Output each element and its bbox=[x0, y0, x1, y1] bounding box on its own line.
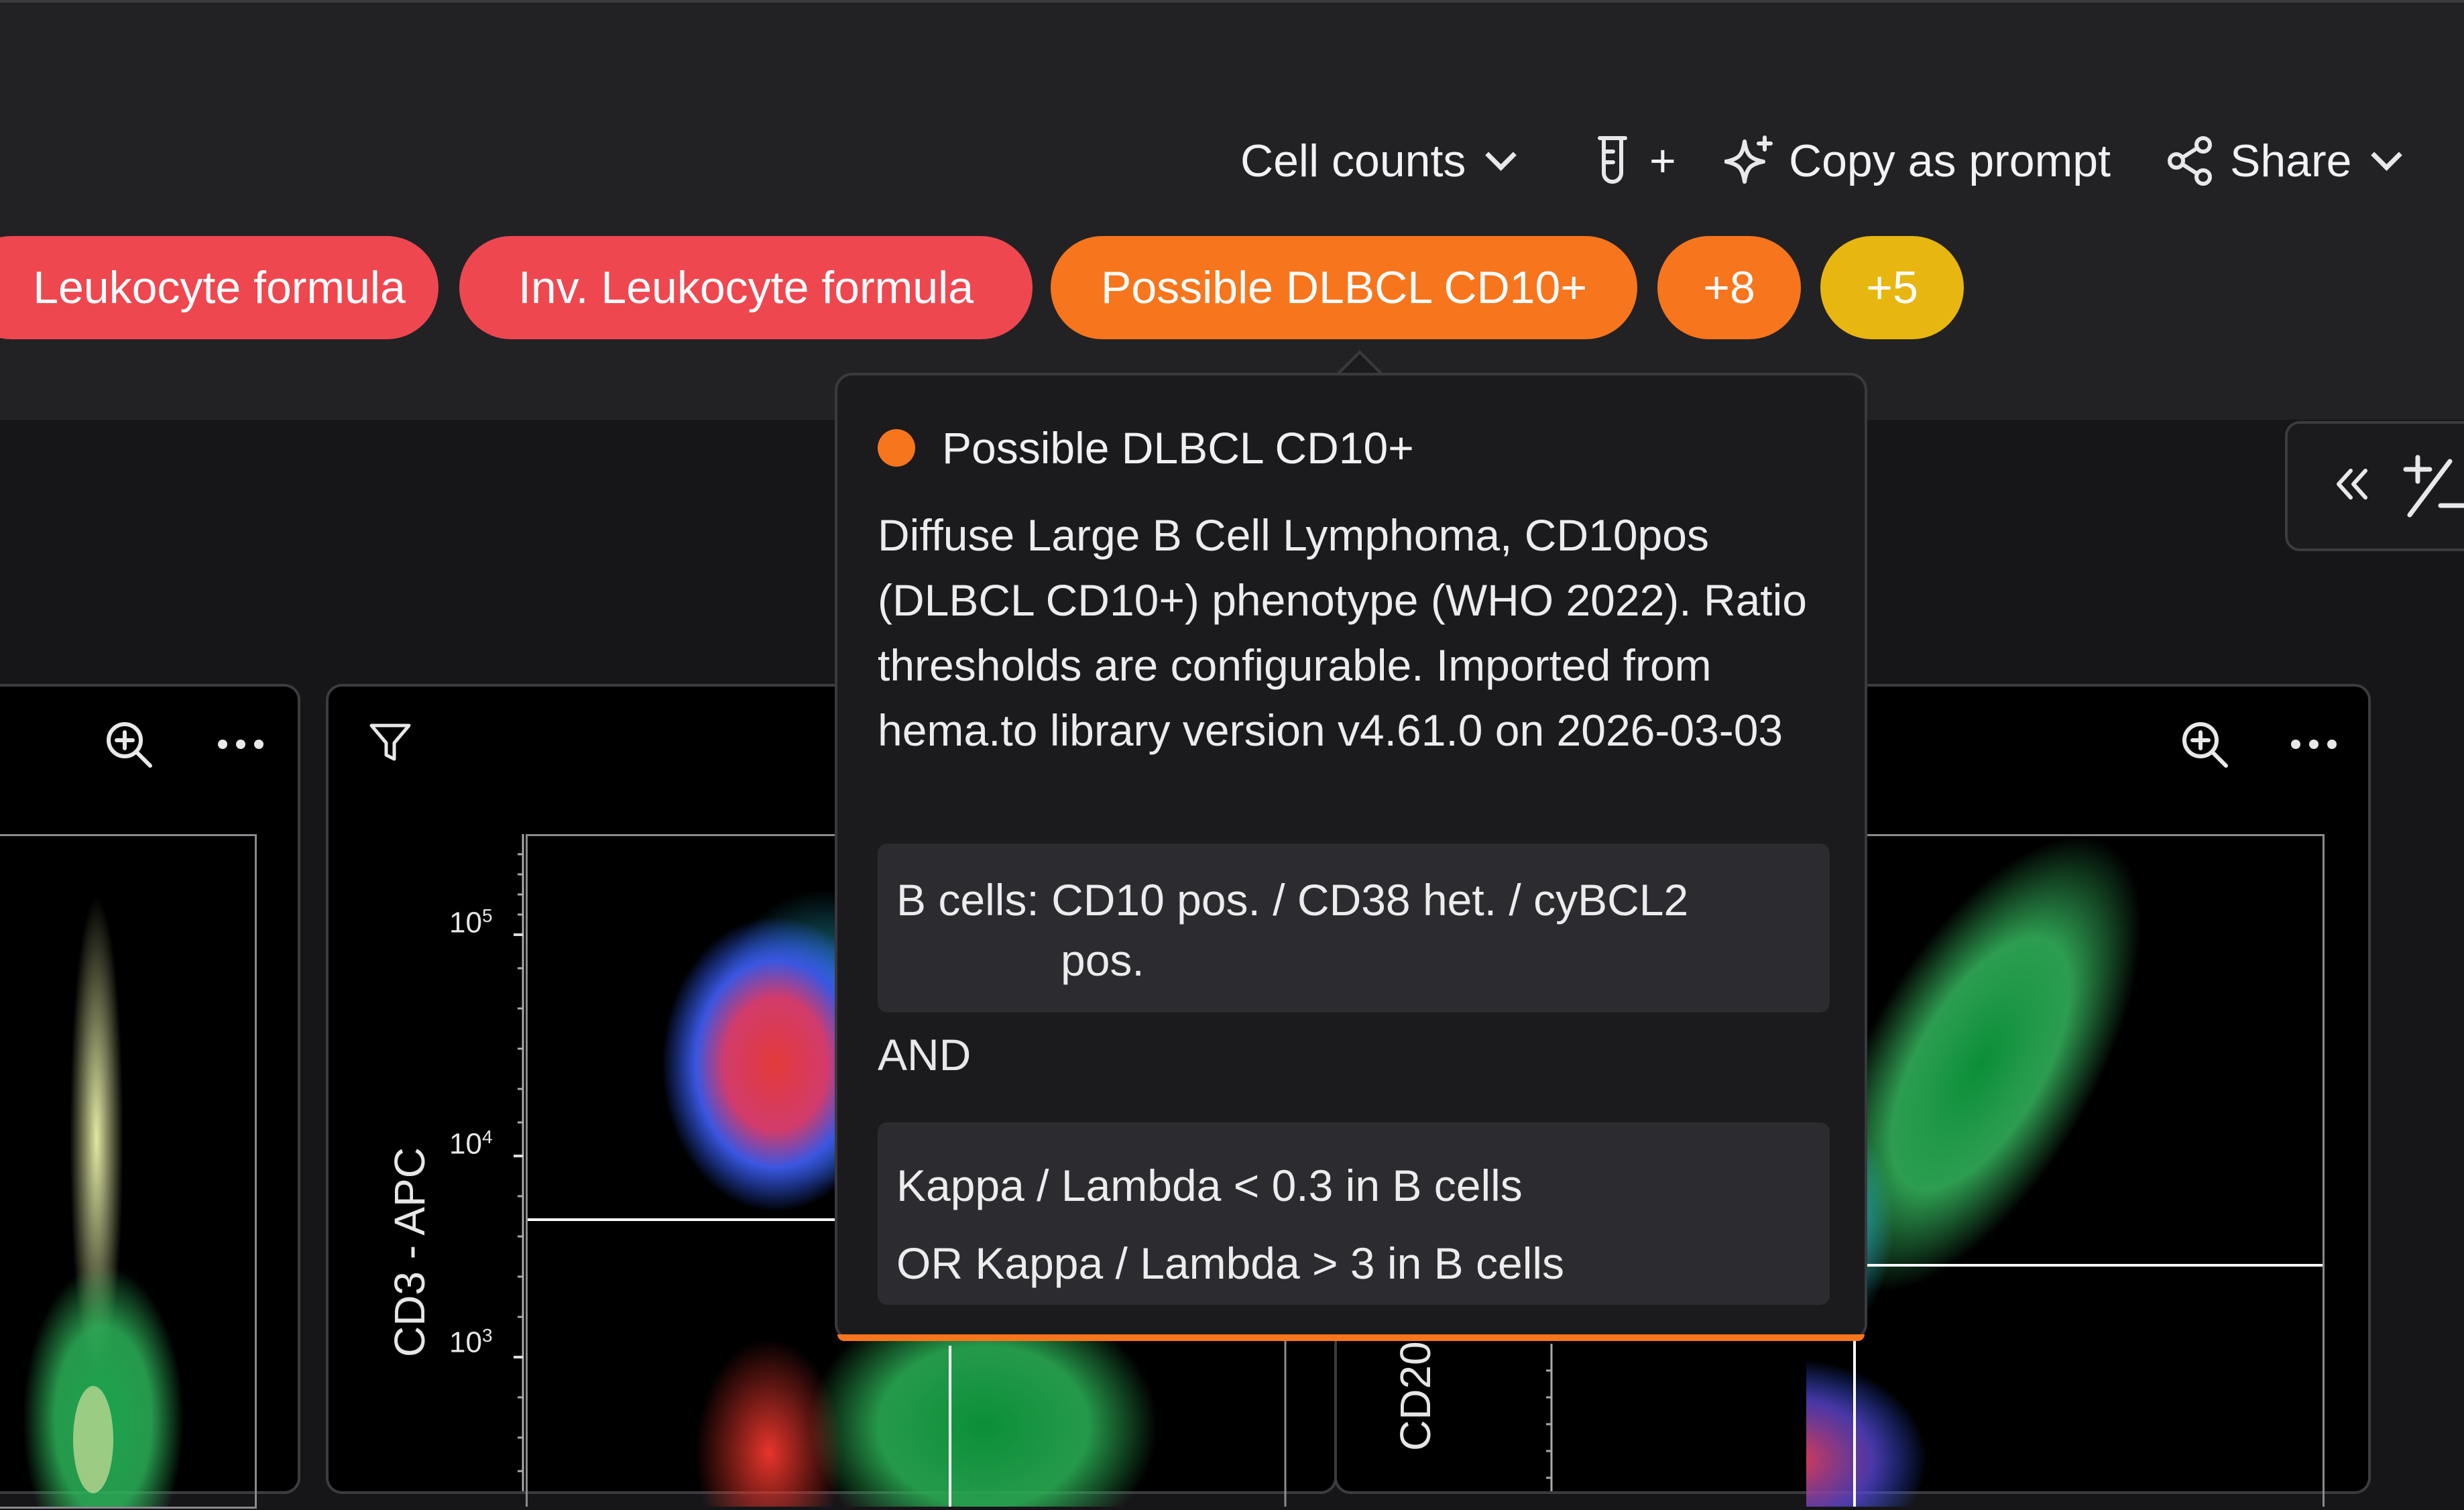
filter-icon[interactable] bbox=[369, 721, 412, 764]
copy-as-prompt-label: Copy as prompt bbox=[1789, 135, 2111, 186]
chevron-down-icon bbox=[2371, 139, 2403, 171]
header-bar bbox=[0, 3, 2464, 420]
tooltip-dlbcl: Possible DLBCL CD10+ Diffuse Large B Cel… bbox=[835, 373, 1867, 1341]
copy-as-prompt-button[interactable]: Copy as prompt bbox=[1724, 135, 2111, 187]
more-options-icon[interactable] bbox=[217, 738, 264, 751]
scatter-right bbox=[1659, 836, 2323, 1510]
tooltip-title: Possible DLBCL CD10+ bbox=[878, 422, 1414, 473]
y-axis-ticks-right bbox=[1546, 1344, 1553, 1491]
chevron-down-icon bbox=[1485, 139, 1517, 171]
status-dot bbox=[878, 429, 915, 467]
chip-more-yellow[interactable]: +5 bbox=[1820, 236, 1964, 339]
plot-frame-left bbox=[0, 834, 257, 1510]
plot-frame-right bbox=[1659, 834, 2325, 1510]
scatter-left bbox=[23, 896, 184, 1510]
y-axis-label-middle: CD3 - APC bbox=[386, 1147, 434, 1357]
tick-10-4: 104 bbox=[449, 1126, 493, 1161]
chip-inv-leukocyte-formula[interactable]: Inv. Leukocyte formula bbox=[459, 236, 1033, 339]
tick-10-3: 103 bbox=[449, 1325, 493, 1359]
rule-operator: AND bbox=[878, 1030, 972, 1080]
cell-counts-label: Cell counts bbox=[1240, 135, 1466, 186]
share-dropdown[interactable]: Share bbox=[2166, 135, 2403, 187]
cell-counts-dropdown[interactable]: Cell counts bbox=[1240, 135, 1517, 187]
chip-more-orange[interactable]: +8 bbox=[1657, 236, 1801, 339]
add-tube-plus: + bbox=[1649, 135, 1676, 186]
sparkle-icon bbox=[1724, 135, 1773, 184]
chip-possible-dlbcl-cd10[interactable]: Possible DLBCL CD10+ bbox=[1051, 236, 1637, 339]
zoom-in-icon[interactable] bbox=[103, 719, 154, 770]
tube-icon bbox=[1598, 136, 1627, 184]
double-chevron-left-icon bbox=[2337, 469, 2367, 500]
add-tube-button[interactable]: + bbox=[1596, 134, 1676, 188]
plus-minus-icon bbox=[2403, 455, 2464, 518]
side-panel-toggle[interactable] bbox=[2285, 421, 2464, 551]
tooltip-description: Diffuse Large B Cell Lymphoma, CD10pos (… bbox=[878, 510, 1807, 755]
more-options-icon[interactable] bbox=[2290, 738, 2337, 751]
y-axis-label-right: CD20 bbox=[1391, 1341, 1440, 1451]
share-label: Share bbox=[2230, 135, 2352, 186]
rule-box-b-cells: B cells: CD10 pos. / CD38 het. / cyBCL2 … bbox=[878, 844, 1830, 1012]
plot-panel-left bbox=[0, 684, 300, 1510]
rule-box-kappa-lambda: Kappa / Lambda < 0.3 in B cells OR Kappa… bbox=[878, 1122, 1830, 1305]
chip-leukocyte-formula[interactable]: Leukocyte formula bbox=[0, 236, 438, 339]
share-icon bbox=[2168, 136, 2212, 186]
zoom-in-icon[interactable] bbox=[2179, 719, 2230, 770]
tooltip-accent-bar bbox=[837, 1334, 1865, 1341]
tick-10-5: 105 bbox=[449, 905, 493, 939]
